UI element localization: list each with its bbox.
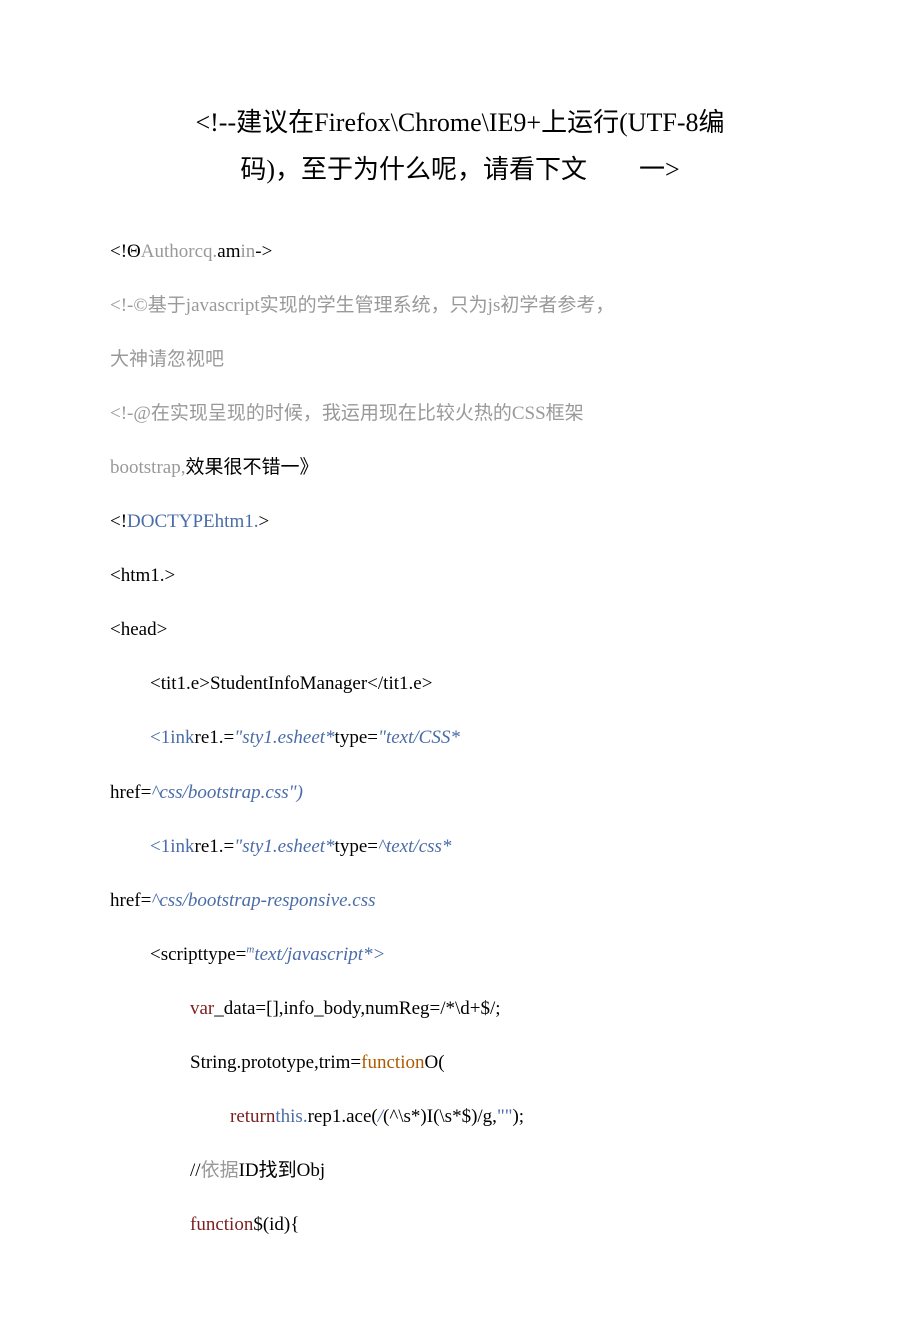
- line-href-1: href=^css/bootstrap.css"): [110, 775, 810, 811]
- line-href-2: href=^css/bootstrap-responsive.css: [110, 883, 810, 919]
- line-link-1: <1inkre1.="sty1.esheet*type="text/CSS*: [110, 720, 810, 756]
- line-comment-1: <!-©基于javascript实现的学生管理系统，只为js初学者参考，: [110, 288, 810, 324]
- line-function-dollar: function$(id){: [110, 1207, 810, 1243]
- line-head-open: <head>: [110, 612, 810, 648]
- line-script-open: <scripttype=mtext/javascript*>: [110, 937, 810, 973]
- line-author: <!ΘAuthorcq.amin->: [110, 234, 810, 270]
- title-line-1: <!--建议在Firefox\Chrome\IE9+上运行(UTF-8编: [110, 100, 810, 147]
- line-comment-2: 大神请忽视吧: [110, 342, 810, 378]
- line-link-2: <1inkre1.="sty1.esheet*type=^text/css*: [110, 829, 810, 865]
- line-trim: String.prototype,trim=functionO(: [110, 1045, 810, 1081]
- line-title-tag: <tit1.e>StudentInfoManager</tit1.e>: [110, 666, 810, 702]
- title-line-2: 码)，至于为什么呢，请看下文 一>: [110, 147, 810, 194]
- document-body: <!ΘAuthorcq.amin-> <!-©基于javascript实现的学生…: [110, 234, 810, 1244]
- line-comment-3: <!-@在实现呈现的时候，我运用现在比较火热的CSS框架: [110, 396, 810, 432]
- document-title: <!--建议在Firefox\Chrome\IE9+上运行(UTF-8编 码)，…: [110, 100, 810, 194]
- line-comment-4: bootstrap,效果很不错一》: [110, 450, 810, 486]
- line-doctype: <!DOCTYPEhtm1.>: [110, 504, 810, 540]
- line-comment-id: //依据ID找到Obj: [110, 1153, 810, 1189]
- line-var: var_data=[],info_body,numReg=/*\d+$/;: [110, 991, 810, 1027]
- line-html-open: <htm1.>: [110, 558, 810, 594]
- line-return: returnthis.rep1.ace(/(^\s*)I(\s*$)/g,"")…: [110, 1099, 810, 1135]
